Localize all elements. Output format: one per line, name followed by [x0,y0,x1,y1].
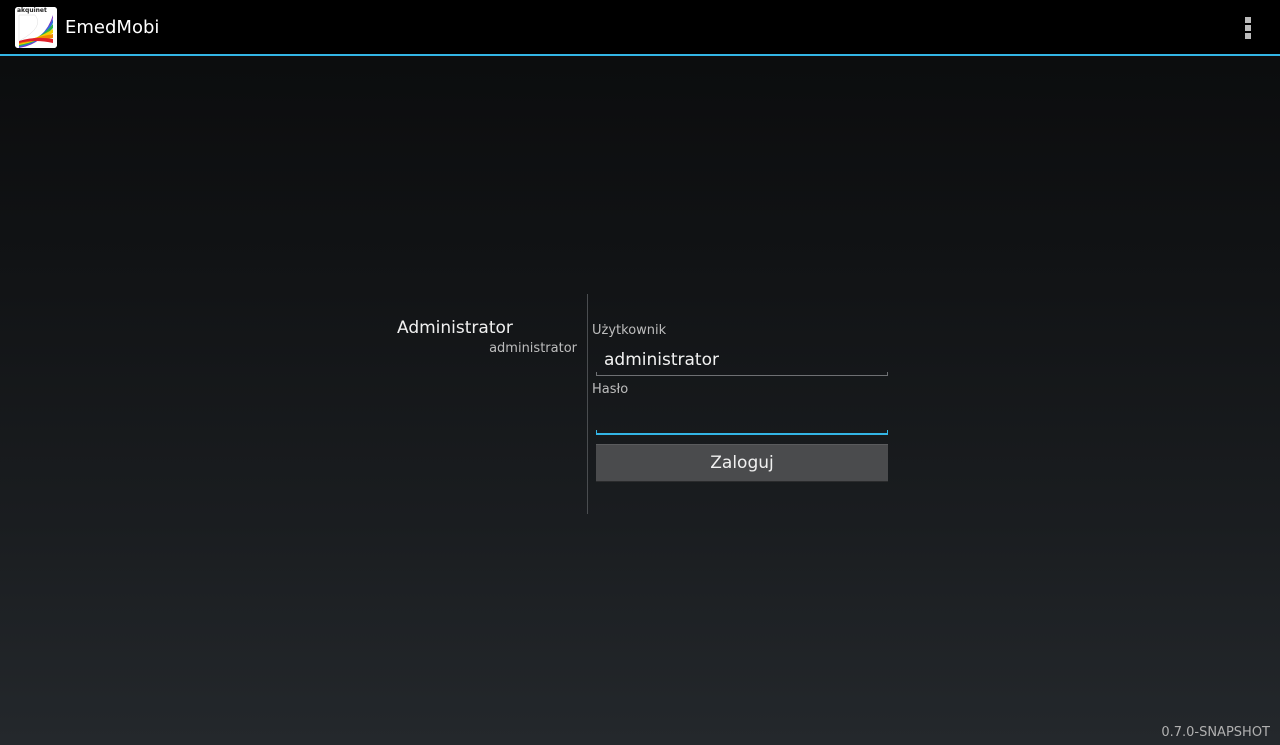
account-login[interactable]: administrator [489,341,577,357]
app-title: EmedMobi [65,17,160,38]
vertical-divider [587,294,588,514]
password-underline-right [887,430,888,435]
username-value: administrator [604,350,719,370]
username-underline [596,375,888,376]
username-label: Użytkownik [592,323,667,338]
account-display-name[interactable]: Administrator [397,318,513,338]
app-logo-icon: akquinet [15,7,57,48]
password-label: Hasło [592,382,629,397]
logo-text: akquinet [17,7,47,14]
password-field[interactable] [596,405,888,435]
overflow-menu-icon[interactable] [1238,12,1258,44]
username-underline-right [887,372,888,376]
username-field[interactable]: administrator [596,346,888,376]
action-bar: akquinet EmedMobi [0,0,1280,56]
username-underline-left [596,372,597,376]
login-button[interactable]: Zaloguj [596,444,888,482]
version-label: 0.7.0-SNAPSHOT [1161,725,1270,740]
password-underline [596,433,888,435]
password-underline-left [596,430,597,435]
